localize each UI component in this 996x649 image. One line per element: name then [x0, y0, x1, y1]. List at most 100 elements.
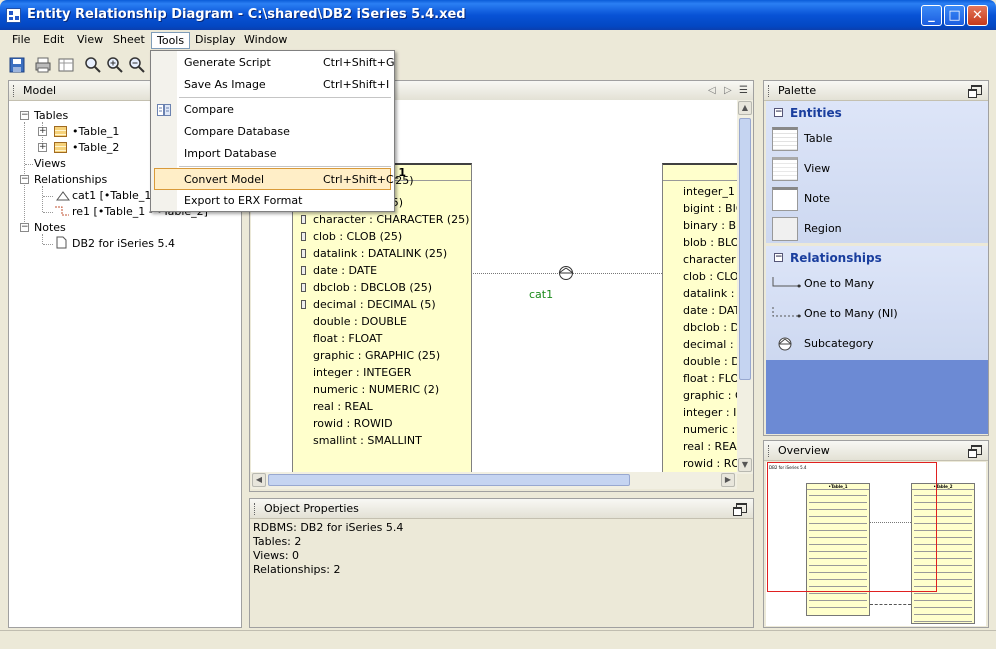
drag-grip-icon[interactable] [768, 445, 771, 457]
menu-tools[interactable]: Tools [151, 32, 191, 49]
tree-tables[interactable]: Tables [34, 109, 68, 123]
entity-column[interactable]: date : DAT [663, 302, 737, 319]
entity-column[interactable]: rowid : ROV [663, 455, 737, 472]
palette-entities-header[interactable]: − Entities [766, 101, 988, 125]
restore-icon[interactable] [968, 445, 982, 458]
title-bar[interactable]: Entity Relationship Diagram - C:\shared\… [0, 0, 996, 30]
tree-relationship-cat1[interactable]: cat1 [•Table_1 - [72, 189, 159, 203]
drag-grip-icon[interactable] [13, 85, 16, 97]
entity-column[interactable]: float : FLOAT [293, 330, 382, 347]
entity-column[interactable]: character : CHARACTER (25) [293, 211, 469, 228]
scroll-up-icon[interactable]: ▲ [738, 101, 752, 115]
tree-table-1[interactable]: •Table_1 [72, 125, 119, 139]
entity-column[interactable]: clob : CLOB [663, 268, 737, 285]
entity-column[interactable]: datalink : D [663, 285, 737, 302]
palette-item-one-to-many-ni[interactable]: One to Many (NI) [766, 300, 988, 328]
maximize-button[interactable]: □ [944, 5, 965, 26]
entity-column[interactable]: numeric : NUMERIC (2) [293, 381, 439, 398]
menu-item-import-database[interactable]: Import Database [154, 143, 391, 165]
palette-item-view[interactable]: View [766, 155, 988, 183]
tree-note-db2[interactable]: DB2 for iSeries 5.4 [72, 237, 175, 251]
entity-column[interactable]: blob : BLOB [663, 234, 737, 251]
entity-column[interactable]: real : REAL [663, 438, 737, 455]
menu-file[interactable]: File [7, 32, 35, 49]
entity-column[interactable]: dbclob : DB [663, 319, 737, 336]
page-setup-icon[interactable] [57, 56, 75, 74]
menu-sheet[interactable]: Sheet [108, 32, 150, 49]
vertical-scroll-thumb[interactable] [739, 118, 751, 380]
tree-table-2[interactable]: •Table_2 [72, 141, 119, 155]
entity-column[interactable]: integer_1 : [663, 183, 737, 200]
relationship-label[interactable]: cat1 [529, 288, 553, 301]
overview-canvas[interactable]: DB2 for iSeries 5.4 •Table_1 •Table_2 [766, 462, 986, 626]
tree-notes[interactable]: Notes [34, 221, 66, 235]
entity-column[interactable]: rowid : ROWID [293, 415, 393, 432]
entity-column[interactable]: double : DO [663, 353, 737, 370]
entity-column[interactable]: dbclob : DBCLOB (25) [293, 279, 432, 296]
entity-column[interactable]: float : FLO [663, 370, 737, 387]
entity-column[interactable]: graphic : GRAPHIC (25) [293, 347, 440, 364]
palette-item-subcategory[interactable]: Subcategory [766, 330, 988, 358]
subcategory-symbol-icon[interactable] [556, 265, 576, 280]
print-icon[interactable] [34, 56, 52, 74]
menu-item-export-erx[interactable]: Export to ERX Format [154, 190, 391, 212]
entity-column[interactable]: binary : BIN [663, 217, 737, 234]
vertical-scrollbar[interactable]: ▲ ▼ [737, 100, 753, 474]
relationships-collapse-icon[interactable]: − [20, 175, 29, 184]
tree-relationships[interactable]: Relationships [34, 173, 107, 187]
table2-expand-icon[interactable]: + [38, 143, 47, 152]
save-icon[interactable] [8, 56, 26, 74]
menu-item-compare[interactable]: Compare [154, 99, 391, 121]
tab-right-icon[interactable]: ▷ [724, 81, 732, 101]
scroll-left-icon[interactable]: ◀ [252, 473, 266, 487]
close-button[interactable]: ✕ [967, 5, 988, 26]
restore-icon[interactable] [968, 85, 982, 98]
entity-column[interactable]: bigint : BIG [663, 200, 737, 217]
overview-viewport-frame[interactable] [767, 462, 937, 592]
entity-column[interactable]: date : DATE [293, 262, 377, 279]
entity-column[interactable]: character : [663, 251, 737, 268]
menu-window[interactable]: Window [239, 32, 292, 49]
tab-list-icon[interactable]: ☰ [739, 81, 748, 101]
entity-column[interactable]: datalink : DATALINK (25) [293, 245, 447, 262]
entity-column[interactable]: smallint : SMALLINT [293, 432, 422, 449]
entity-column[interactable]: integer : INTEGER [293, 364, 411, 381]
zoom-out-icon[interactable] [128, 56, 146, 74]
scroll-right-icon[interactable]: ▶ [721, 473, 735, 487]
entity-column[interactable]: decimal : D [663, 336, 737, 353]
minimize-button[interactable]: _ [921, 5, 942, 26]
palette-item-one-to-many[interactable]: One to Many [766, 270, 988, 298]
menu-view[interactable]: View [72, 32, 108, 49]
entity-column[interactable]: decimal : DECIMAL (5) [293, 296, 436, 313]
tab-left-icon[interactable]: ◁ [708, 81, 716, 101]
menu-item-generate-script[interactable]: Generate Script Ctrl+Shift+G [154, 52, 395, 74]
palette-relationships-header[interactable]: − Relationships [766, 246, 988, 270]
collapse-icon[interactable]: − [774, 253, 783, 262]
drag-grip-icon[interactable] [768, 85, 771, 97]
notes-collapse-icon[interactable]: − [20, 223, 29, 232]
drag-grip-icon[interactable] [254, 503, 257, 515]
table1-expand-icon[interactable]: + [38, 127, 47, 136]
scroll-down-icon[interactable]: ▼ [738, 458, 752, 472]
horizontal-scroll-thumb[interactable] [268, 474, 630, 486]
collapse-icon[interactable]: − [774, 108, 783, 117]
menu-item-save-as-image[interactable]: Save As Image Ctrl+Shift+I [154, 74, 391, 96]
palette-item-note[interactable]: Note [766, 185, 988, 213]
horizontal-scrollbar[interactable]: ◀ ▶ [251, 472, 737, 489]
entity-column[interactable]: integer : IN [663, 404, 737, 421]
entity-column[interactable]: real : REAL [293, 398, 373, 415]
tree-views[interactable]: Views [34, 157, 66, 171]
entity-column[interactable]: numeric : N [663, 421, 737, 438]
entity-column[interactable]: clob : CLOB (25) [293, 228, 402, 245]
zoom-fit-icon[interactable] [84, 56, 102, 74]
tables-collapse-icon[interactable]: − [20, 111, 29, 120]
entity-table-2[interactable]: •T integer_1 : bigint : BIG binary : BIN bl… [662, 163, 737, 472]
menu-item-convert-model[interactable]: Convert Model Ctrl+Shift+C [154, 168, 394, 190]
entity-column[interactable]: double : DOUBLE [293, 313, 407, 330]
menu-display[interactable]: Display [190, 32, 241, 49]
zoom-in-icon[interactable] [106, 56, 124, 74]
menu-item-compare-database[interactable]: Compare Database [154, 121, 391, 143]
restore-icon[interactable] [733, 503, 747, 516]
entity-column[interactable]: graphic : G [663, 387, 737, 404]
palette-item-table[interactable]: Table [766, 125, 988, 153]
